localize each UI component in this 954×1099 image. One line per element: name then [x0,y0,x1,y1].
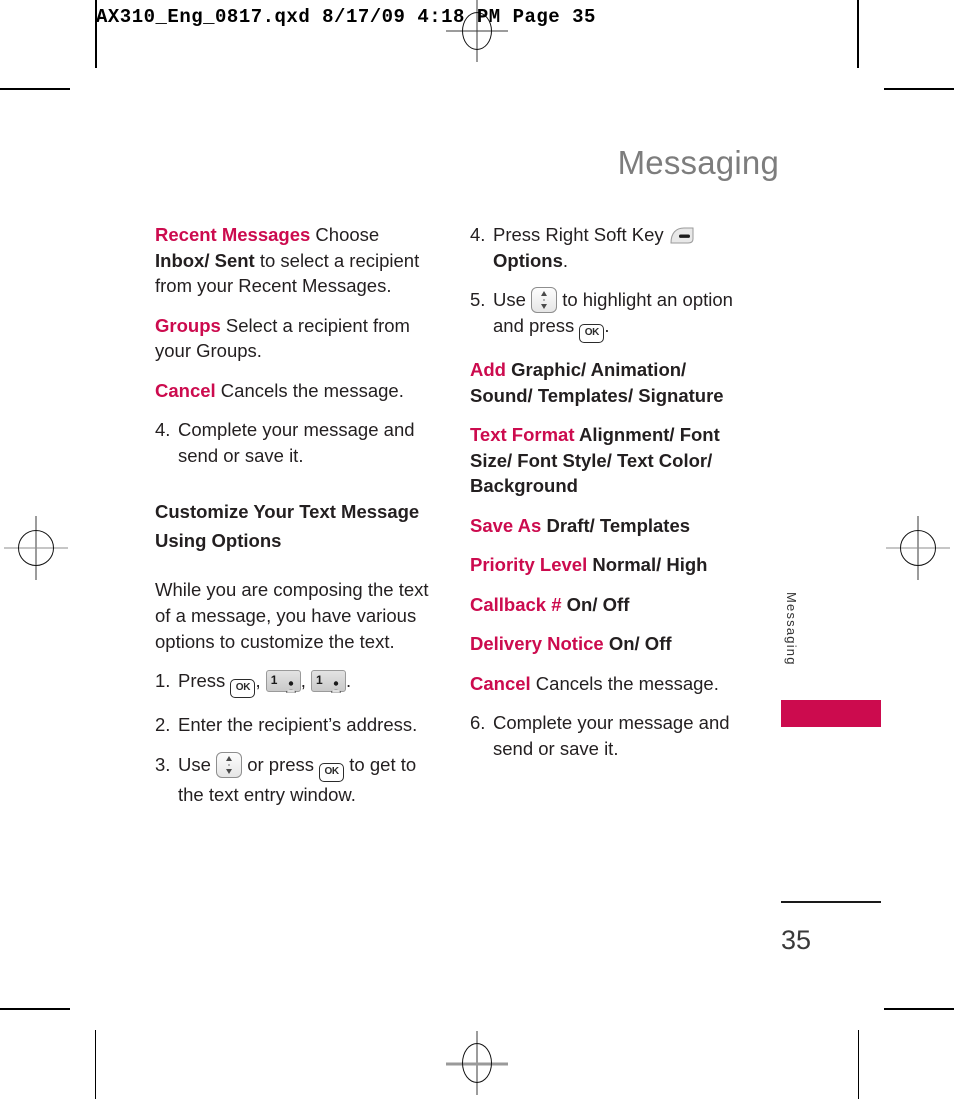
entry-recent-messages: Recent Messages Choose Inbox/ Sent to se… [155,222,437,299]
term-add: Add [470,359,506,381]
crop-mark-bottom-left-vertical [95,1030,96,1099]
right-step-5: 5. Use to highlight an option and press … [470,287,742,344]
right-soft-key-icon [669,226,695,245]
left-step-3-text-before: Use [178,753,217,775]
intro-paragraph: While you are composing the text of a me… [155,579,429,652]
right-step-5-number: 5. [470,289,486,311]
option-entry-add: Add Graphic/ Animation/ Sound/ Templates… [470,357,742,408]
num-key-icon: 1 [265,670,301,693]
term-callback: Callback # [470,593,562,615]
registration-mark-left [4,516,68,580]
recent-messages-bold: Inbox/ Sent [155,249,255,271]
folio-rule [781,901,881,903]
entry-cancel: Cancel Cancels the message. [155,378,437,404]
registration-mark-right [886,516,950,580]
left-step-4-number: 4. [155,419,171,441]
page-number: 35 [781,925,812,955]
values-add: Graphic/ Animation/ Sound/ Templates/ Si… [470,359,724,406]
option-entry-callback: Callback # On/ Off [470,592,742,618]
entry-groups: Groups Select a recipient from your Grou… [155,313,437,364]
crop-mark-bottom-right-vertical [858,1030,859,1099]
crop-mark-bottom-right [884,1008,954,1010]
crop-mark-top-right-vertical [857,0,859,68]
right-step-4-text-before: Press Right Soft Key [493,224,669,245]
section-heading-line-1: Customize Your Text Message [155,501,420,523]
right-column: 4. Press Right Soft Key Options. 5. Use … [470,222,742,761]
nav-key-icon-2 [531,287,558,314]
right-step-5-text-after: . [604,315,610,337]
term-cancel: Cancel [155,379,216,401]
num-key-glyph-2 [330,674,342,693]
left-step-2-number: 2. [155,714,171,736]
cancel-text: Cancels the message. [215,379,404,401]
term-delivery-notice: Delivery Notice [470,633,604,655]
left-step-1: 1. Press OK, 1, 1. [155,668,437,699]
num-key-icon-2: 1 [311,670,346,693]
left-step-3-number: 3. [155,753,171,775]
right-step-4: 4. Press Right Soft Key Options. [470,222,742,273]
left-step-1-text-before: Press [178,670,231,692]
num-key-digit-2: 1 [316,673,323,688]
term-text-format: Text Format [470,424,575,446]
side-tab-label: Messaging [784,592,799,666]
prepress-slug-line: AX310_Eng_0817.qxd 8/17/09 4:18 PM Page … [96,6,596,28]
term-recent-messages: Recent Messages [155,224,311,245]
left-step-3-text-middle: or press [247,753,320,775]
option-entry-save-as: Save As Draft/ Templates [470,513,742,539]
right-step-6: 6. Complete your message and send or save… [470,710,742,761]
left-step-1-end: . [346,670,352,692]
option-entry-text-format: Text Format Alignment/ Font Size/ Font S… [470,422,742,499]
registration-mark-bottom [446,1031,508,1095]
option-entry-priority-level: Priority Level Normal/ High [470,552,742,578]
left-step-1-number: 1. [155,670,171,692]
right-step-4-number: 4. [470,224,486,245]
section-heading-line-2: Using Options [155,529,282,551]
left-step-2-text: Enter the recipient’s address. [178,714,418,736]
left-step-1-sep-2: , [300,670,306,692]
term-priority-level: Priority Level [470,554,588,576]
values-cancel-right: Cancels the message. [530,672,719,694]
crop-mark-top-left [0,88,70,90]
num-key-glyph [285,674,297,693]
left-column: Recent Messages Choose Inbox/ Sent to se… [155,222,437,807]
crop-mark-top-right [884,88,954,90]
option-entry-cancel: Cancel Cancels the message. [470,671,742,697]
side-tab-bar [781,700,881,727]
term-save-as: Save As [470,514,542,536]
right-step-5-text-before: Use [493,289,532,311]
left-step-4: 4. Complete your message and send or save… [155,417,437,468]
page-title: Messaging [617,144,779,181]
option-entry-delivery-notice: Delivery Notice On/ Off [470,631,742,657]
right-step-4-text-after: . [562,249,569,271]
values-delivery-notice: On/ Off [603,633,672,655]
values-priority-level: Normal/ High [587,554,708,576]
crop-mark-bottom-left [0,1008,70,1010]
left-step-2: 2. Enter the recipient’s address. [155,712,437,738]
values-callback: On/ Off [561,593,630,615]
ok-key-icon-3: OK [579,324,605,344]
left-step-3: 3. Use or press OK to get to the text en… [155,751,437,808]
nav-key-icon [216,751,243,778]
right-step-6-number: 6. [470,712,486,734]
recent-messages-text-1: Choose [310,224,380,245]
values-save-as: Draft/ Templates [541,514,691,536]
left-step-4-text: Complete your message and send or save i… [178,419,415,466]
right-step-4-bold: Options [493,249,563,271]
ok-key-icon-2: OK [319,762,345,782]
num-key-digit: 1 [270,673,278,688]
right-step-6-text: Complete your message and send or save i… [493,712,730,759]
left-step-1-sep-1: , [255,670,261,692]
ok-key-icon: OK [230,679,256,699]
term-cancel-right: Cancel [470,672,531,694]
term-groups: Groups [155,314,221,336]
